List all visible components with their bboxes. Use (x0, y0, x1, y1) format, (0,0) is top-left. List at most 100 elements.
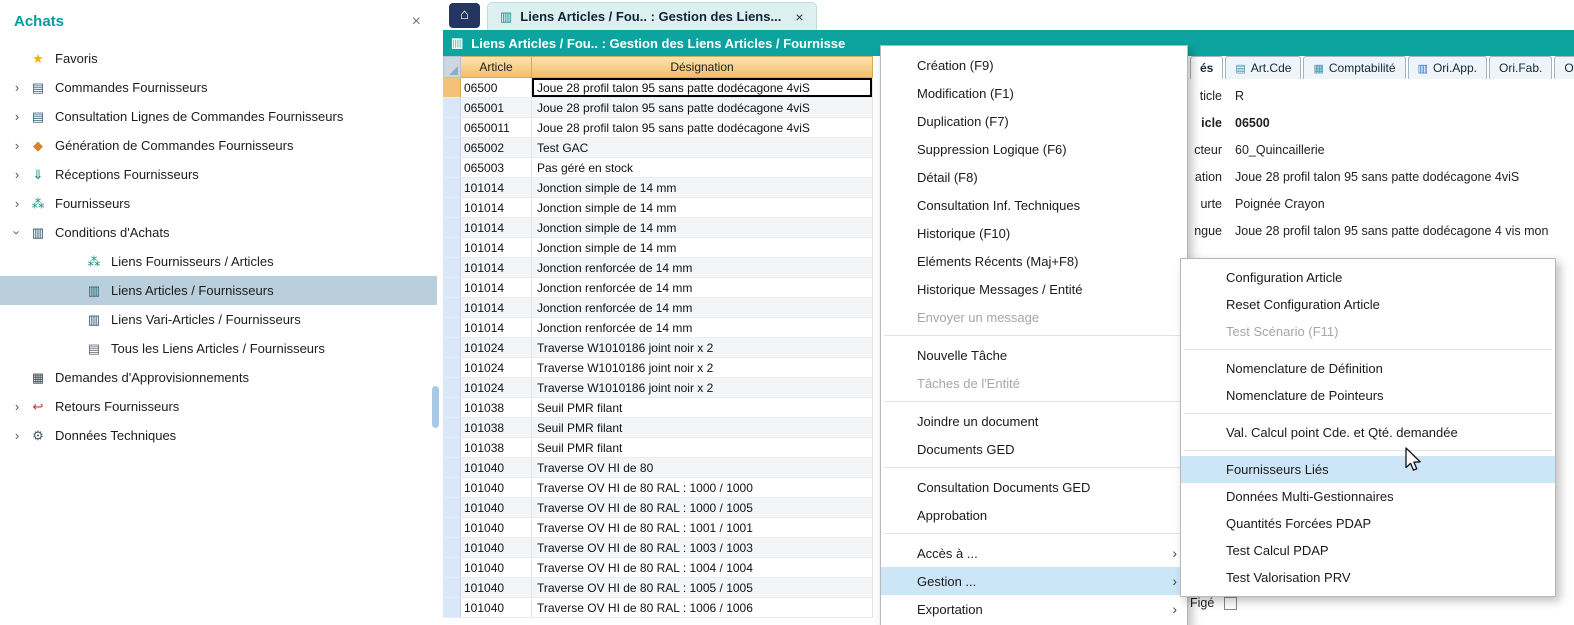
row-selector[interactable] (443, 118, 461, 138)
tab-close-icon[interactable]: × (795, 9, 803, 25)
column-header-designation[interactable]: Désignation (532, 56, 873, 78)
article-cell[interactable]: 101014 (461, 198, 532, 218)
article-cell[interactable]: 06500 (461, 78, 532, 98)
designation-cell[interactable]: Test GAC (532, 138, 873, 158)
row-selector[interactable] (443, 318, 461, 338)
menu-item-historique-messages-entit[interactable]: Historique Messages / Entité (881, 275, 1187, 303)
menu-item-cr-ation-f9[interactable]: Création (F9) (881, 51, 1187, 79)
designation-cell[interactable]: Traverse OV HI de 80 RAL : 1006 / 1006 (532, 598, 873, 618)
menu-item-consultation-inf-techniques[interactable]: Consultation Inf. Techniques (881, 191, 1187, 219)
article-cell[interactable]: 101040 (461, 458, 532, 478)
panel-tab-comptabilit[interactable]: ▦Comptabilité (1303, 56, 1405, 79)
article-cell[interactable]: 101040 (461, 478, 532, 498)
article-cell[interactable]: 101040 (461, 498, 532, 518)
row-selector[interactable] (443, 158, 461, 178)
close-icon[interactable]: × (412, 14, 421, 30)
designation-cell[interactable]: Jonction simple de 14 mm (532, 178, 873, 198)
article-cell[interactable]: 101040 (461, 558, 532, 578)
article-cell[interactable]: 101038 (461, 398, 532, 418)
row-selector[interactable] (443, 358, 461, 378)
designation-cell[interactable]: Jonction renforcée de 14 mm (532, 298, 873, 318)
row-selector[interactable] (443, 418, 461, 438)
row-selector[interactable] (443, 178, 461, 198)
article-cell[interactable]: 101014 (461, 218, 532, 238)
article-cell[interactable]: 101014 (461, 278, 532, 298)
menu-item-joindre-un-document[interactable]: Joindre un document (881, 407, 1187, 435)
row-selector[interactable] (443, 478, 461, 498)
designation-cell[interactable]: Traverse W1010186 joint noir x 2 (532, 378, 873, 398)
article-cell[interactable]: 101024 (461, 358, 532, 378)
menu-item-acc-s[interactable]: Accès à ...› (881, 539, 1187, 567)
designation-cell[interactable]: Traverse OV HI de 80 RAL : 1005 / 1005 (532, 578, 873, 598)
article-cell[interactable]: 101024 (461, 378, 532, 398)
sidebar-scrollbar[interactable] (432, 386, 439, 428)
designation-cell[interactable]: Jonction simple de 14 mm (532, 238, 873, 258)
row-selector[interactable] (443, 218, 461, 238)
article-cell[interactable]: 101038 (461, 438, 532, 458)
row-selector[interactable] (443, 298, 461, 318)
row-selector[interactable] (443, 518, 461, 538)
article-cell[interactable]: 101014 (461, 258, 532, 278)
article-cell[interactable]: 101014 (461, 178, 532, 198)
sidebar-item-liens-vari-articles-fournisseurs[interactable]: ▥Liens Vari-Articles / Fournisseurs (0, 305, 437, 334)
row-selector[interactable] (443, 78, 461, 98)
article-cell[interactable]: 0650011 (461, 118, 532, 138)
row-selector[interactable] (443, 458, 461, 478)
designation-cell[interactable]: Seuil PMR filant (532, 398, 873, 418)
designation-cell[interactable]: Seuil PMR filant (532, 438, 873, 458)
row-selector[interactable] (443, 378, 461, 398)
menu-item-test-valorisation-prv[interactable]: Test Valorisation PRV (1181, 564, 1555, 591)
sidebar-item-conditions-d-achats[interactable]: ›▥Conditions d'Achats (0, 218, 437, 247)
designation-cell[interactable]: Joue 28 profil talon 95 sans patte dodéc… (532, 98, 873, 118)
menu-item-approbation[interactable]: Approbation (881, 501, 1187, 529)
menu-item-documents-ged[interactable]: Documents GED (881, 435, 1187, 463)
menu-item-nomenclature-de-pointeurs[interactable]: Nomenclature de Pointeurs (1181, 382, 1555, 409)
row-selector[interactable] (443, 558, 461, 578)
menu-item-exportation[interactable]: Exportation› (881, 595, 1187, 623)
row-selector[interactable] (443, 538, 461, 558)
article-cell[interactable]: 101040 (461, 538, 532, 558)
sidebar-item-r-ceptions-fournisseurs[interactable]: ›⇓Réceptions Fournisseurs (0, 160, 437, 189)
menu-item-nouvelle-t-che[interactable]: Nouvelle Tâche (881, 341, 1187, 369)
menu-item-test-calcul-pdap[interactable]: Test Calcul PDAP (1181, 537, 1555, 564)
sidebar-item-commandes-fournisseurs[interactable]: ›▤Commandes Fournisseurs (0, 73, 437, 102)
select-all-corner[interactable] (443, 56, 461, 78)
designation-cell[interactable]: Jonction renforcée de 14 mm (532, 278, 873, 298)
designation-cell[interactable]: Joue 28 profil talon 95 sans patte dodéc… (532, 118, 873, 138)
article-cell[interactable]: 065001 (461, 98, 532, 118)
row-selector[interactable] (443, 578, 461, 598)
menu-item-el-ments-r-cents-maj-f8[interactable]: Eléments Récents (Maj+F8) (881, 247, 1187, 275)
designation-cell[interactable]: Traverse OV HI de 80 RAL : 1001 / 1001 (532, 518, 873, 538)
panel-tab-art-cde[interactable]: ▤Art.Cde (1225, 56, 1301, 79)
article-cell[interactable]: 065002 (461, 138, 532, 158)
article-cell[interactable]: 101014 (461, 298, 532, 318)
designation-cell[interactable]: Pas géré en stock (532, 158, 873, 178)
fige-checkbox[interactable] (1224, 597, 1237, 610)
document-tab[interactable]: ▥ Liens Articles / Fou.. : Gestion des L… (487, 2, 817, 30)
row-selector[interactable] (443, 598, 461, 618)
row-selector[interactable] (443, 198, 461, 218)
row-selector[interactable] (443, 278, 461, 298)
menu-item-nomenclature-de-d-finition[interactable]: Nomenclature de Définition (1181, 355, 1555, 382)
sidebar-item-g-n-ration-de-commandes-fournisseurs[interactable]: ›◆Génération de Commandes Fournisseurs (0, 131, 437, 160)
row-selector[interactable] (443, 498, 461, 518)
article-cell[interactable]: 101038 (461, 418, 532, 438)
home-button[interactable]: ⌂ (449, 3, 480, 28)
menu-item-val-calcul-point-cde-et-qt-demand-e[interactable]: Val. Calcul point Cde. et Qté. demandée (1181, 419, 1555, 446)
row-selector[interactable] (443, 98, 461, 118)
designation-cell[interactable]: Seuil PMR filant (532, 418, 873, 438)
panel-tab-s[interactable]: és (1190, 56, 1223, 79)
sidebar-item-demandes-d-approvisionnements[interactable]: ▦Demandes d'Approvisionnements (0, 363, 437, 392)
row-selector[interactable] (443, 438, 461, 458)
designation-cell[interactable]: Traverse W1010186 joint noir x 2 (532, 338, 873, 358)
menu-item-consultation-documents-ged[interactable]: Consultation Documents GED (881, 473, 1187, 501)
designation-cell[interactable]: Traverse OV HI de 80 (532, 458, 873, 478)
article-cell[interactable]: 101024 (461, 338, 532, 358)
row-selector[interactable] (443, 398, 461, 418)
article-cell[interactable]: 101040 (461, 518, 532, 538)
article-cell[interactable]: 101040 (461, 598, 532, 618)
row-selector[interactable] (443, 338, 461, 358)
menu-item-fournisseurs-li-s[interactable]: Fournisseurs Liés (1181, 456, 1555, 483)
row-selector[interactable] (443, 138, 461, 158)
menu-item-suppression-logique-f6[interactable]: Suppression Logique (F6) (881, 135, 1187, 163)
